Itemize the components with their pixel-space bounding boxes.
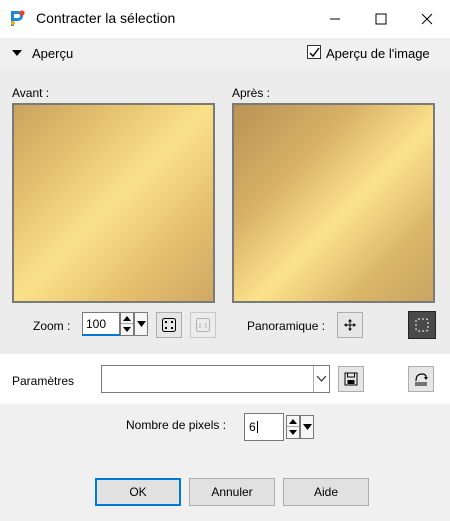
after-preview-image[interactable] (232, 103, 435, 303)
collapse-triangle-icon[interactable] (12, 50, 22, 56)
pan-button[interactable] (337, 312, 363, 338)
preview-section-label[interactable]: Aperçu (32, 46, 73, 61)
image-preview-checkbox[interactable] (307, 45, 321, 59)
app-logo-icon (8, 9, 26, 27)
window-title: Contracter la sélection (36, 10, 176, 26)
close-icon (421, 13, 433, 25)
spinner-down-icon[interactable] (287, 427, 299, 438)
spinner-down-icon[interactable] (121, 324, 133, 335)
presets-label: Paramètres (12, 374, 75, 388)
reset-defaults-button[interactable] (408, 366, 434, 392)
minimize-icon (330, 18, 340, 20)
pixels-input[interactable]: 6 (244, 413, 284, 441)
zoom-label: Zoom : (33, 319, 71, 333)
presets-combobox[interactable] (101, 365, 330, 393)
selection-marquee-icon (415, 318, 429, 332)
spinner-up-icon[interactable] (287, 416, 299, 427)
dropdown-arrow-icon (136, 321, 146, 327)
spinner-up-icon[interactable] (121, 313, 133, 324)
zoom-dropdown-button[interactable] (134, 312, 148, 336)
zoom-1to1-icon (196, 318, 210, 332)
before-label: Avant : (12, 86, 50, 100)
zoom-actual-size-button[interactable] (190, 312, 216, 338)
image-preview-label[interactable]: Aperçu de l'image (326, 46, 430, 61)
zoom-input[interactable]: 100 (82, 312, 120, 336)
zoom-spinner[interactable] (120, 312, 134, 336)
reset-icon (415, 373, 428, 386)
maximize-icon (375, 13, 387, 25)
zoom-focus-underline (82, 334, 120, 336)
pixels-value: 6 (249, 420, 256, 434)
cancel-button[interactable]: Annuler (189, 478, 275, 506)
minimize-button[interactable] (312, 0, 358, 38)
selection-marquee-button[interactable] (408, 311, 436, 339)
dropdown-arrow-icon (302, 424, 312, 430)
before-preview-image[interactable] (12, 103, 215, 303)
pixels-spinner[interactable] (286, 415, 300, 439)
pan-label: Panoramique : (247, 319, 326, 333)
pan-move-icon (344, 319, 356, 331)
ok-button[interactable]: OK (95, 478, 181, 506)
maximize-button[interactable] (358, 0, 404, 38)
save-preset-button[interactable] (338, 366, 364, 392)
save-preset-icon (344, 372, 358, 386)
pixels-dropdown-button[interactable] (300, 415, 314, 439)
zoom-fit-icon (162, 318, 176, 332)
help-button[interactable]: Aide (283, 478, 369, 506)
close-button[interactable] (404, 0, 450, 38)
after-label: Après : (232, 86, 271, 100)
checkmark-icon (309, 47, 320, 58)
zoom-fit-button[interactable] (156, 312, 182, 338)
presets-dropdown-button[interactable] (313, 366, 329, 392)
pixels-label: Nombre de pixels : (126, 418, 227, 432)
chevron-down-icon (317, 376, 326, 382)
